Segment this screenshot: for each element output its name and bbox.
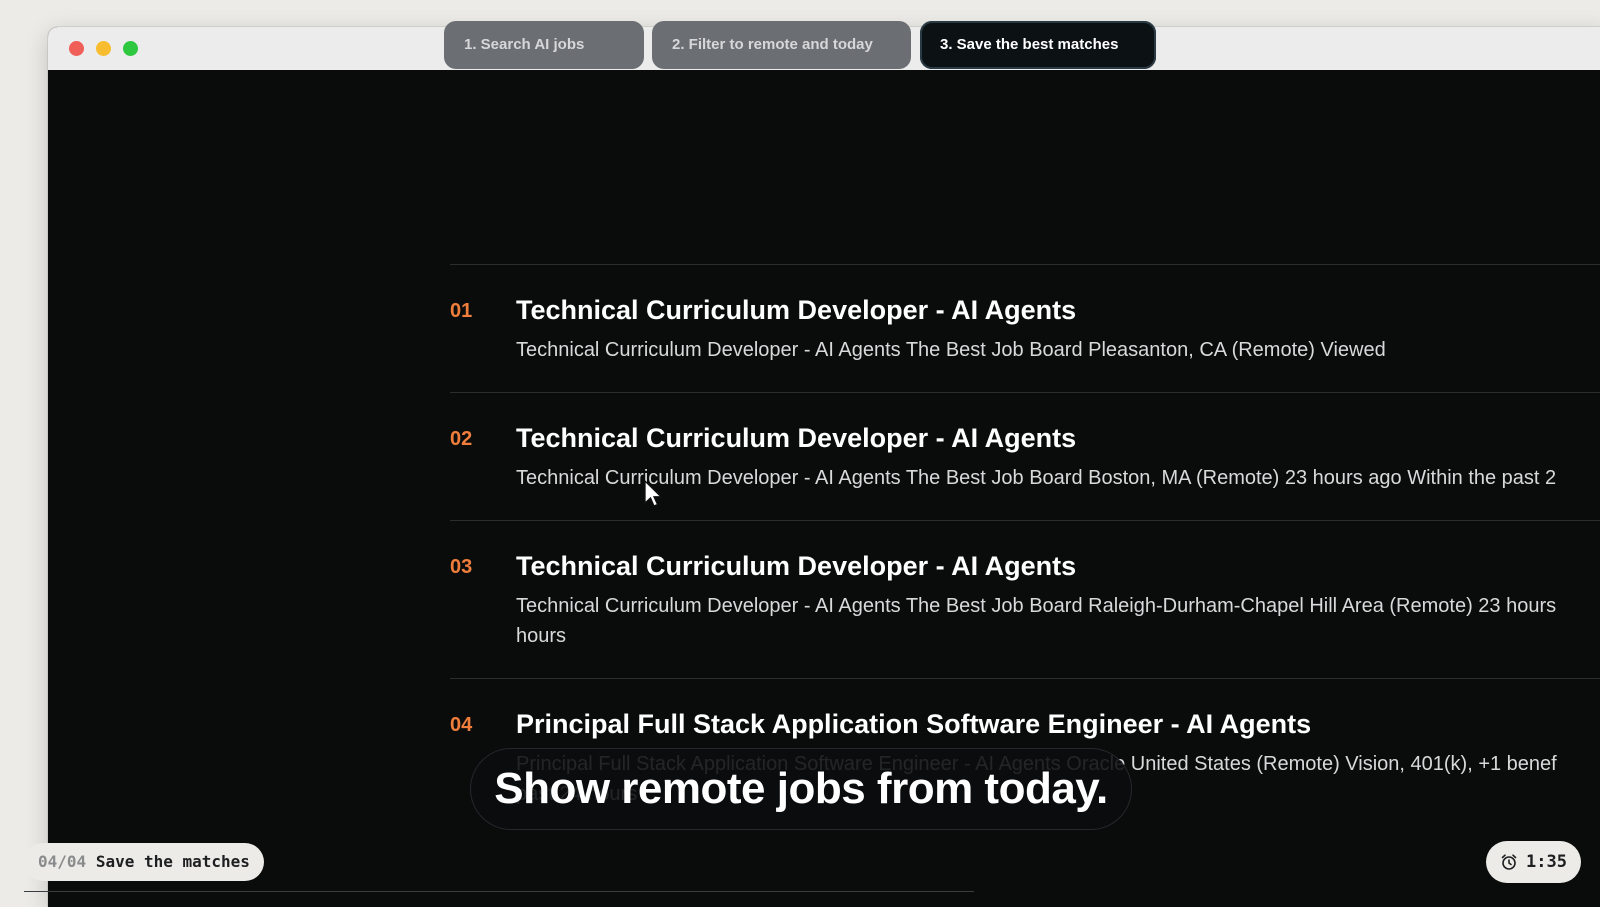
tab-search-ai-jobs[interactable]: 1. Search AI jobs [444, 21, 644, 69]
mouse-cursor-icon [644, 479, 663, 507]
job-title[interactable]: Technical Curriculum Developer - AI Agen… [516, 295, 1076, 326]
job-description: Technical Curriculum Developer - AI Agen… [516, 595, 1557, 617]
tab-save-best-matches[interactable]: 3. Save the best matches [920, 21, 1156, 69]
result-number: 04 [450, 714, 473, 736]
job-result-item[interactable]: 03 Technical Curriculum Developer - AI A… [450, 521, 1600, 678]
timer-value: 1:35 [1526, 852, 1567, 872]
caption-overlay: Show remote jobs from today. [470, 748, 1132, 830]
job-result-item[interactable]: 02 Technical Curriculum Developer - AI A… [450, 393, 1600, 520]
job-title[interactable]: Technical Curriculum Developer - AI Agen… [516, 423, 1076, 454]
job-result-item[interactable]: 01 Technical Curriculum Developer - AI A… [450, 265, 1600, 392]
job-description-continued: hours [516, 625, 567, 647]
step-label: Save the matches [95, 852, 250, 871]
timer-badge: 1:35 [1486, 841, 1581, 883]
result-number: 01 [450, 300, 473, 322]
tab-filter-remote-today[interactable]: 2. Filter to remote and today [652, 21, 911, 69]
bottom-rule [24, 891, 974, 892]
result-number: 02 [450, 428, 473, 450]
close-window-button[interactable] [69, 41, 84, 56]
job-results-list: 01 Technical Curriculum Developer - AI A… [450, 264, 1600, 819]
job-title[interactable]: Principal Full Stack Application Softwar… [516, 709, 1311, 740]
job-title[interactable]: Technical Curriculum Developer - AI Agen… [516, 551, 1076, 582]
maximize-window-button[interactable] [123, 41, 138, 56]
result-number: 03 [450, 556, 473, 578]
minimize-window-button[interactable] [96, 41, 111, 56]
alarm-clock-icon [1501, 854, 1517, 870]
job-description: Technical Curriculum Developer - AI Agen… [516, 467, 1557, 489]
job-description: Technical Curriculum Developer - AI Agen… [516, 339, 1386, 361]
step-indicator: 04/04 Save the matches [24, 843, 264, 881]
step-count: 04/04 [38, 852, 87, 871]
